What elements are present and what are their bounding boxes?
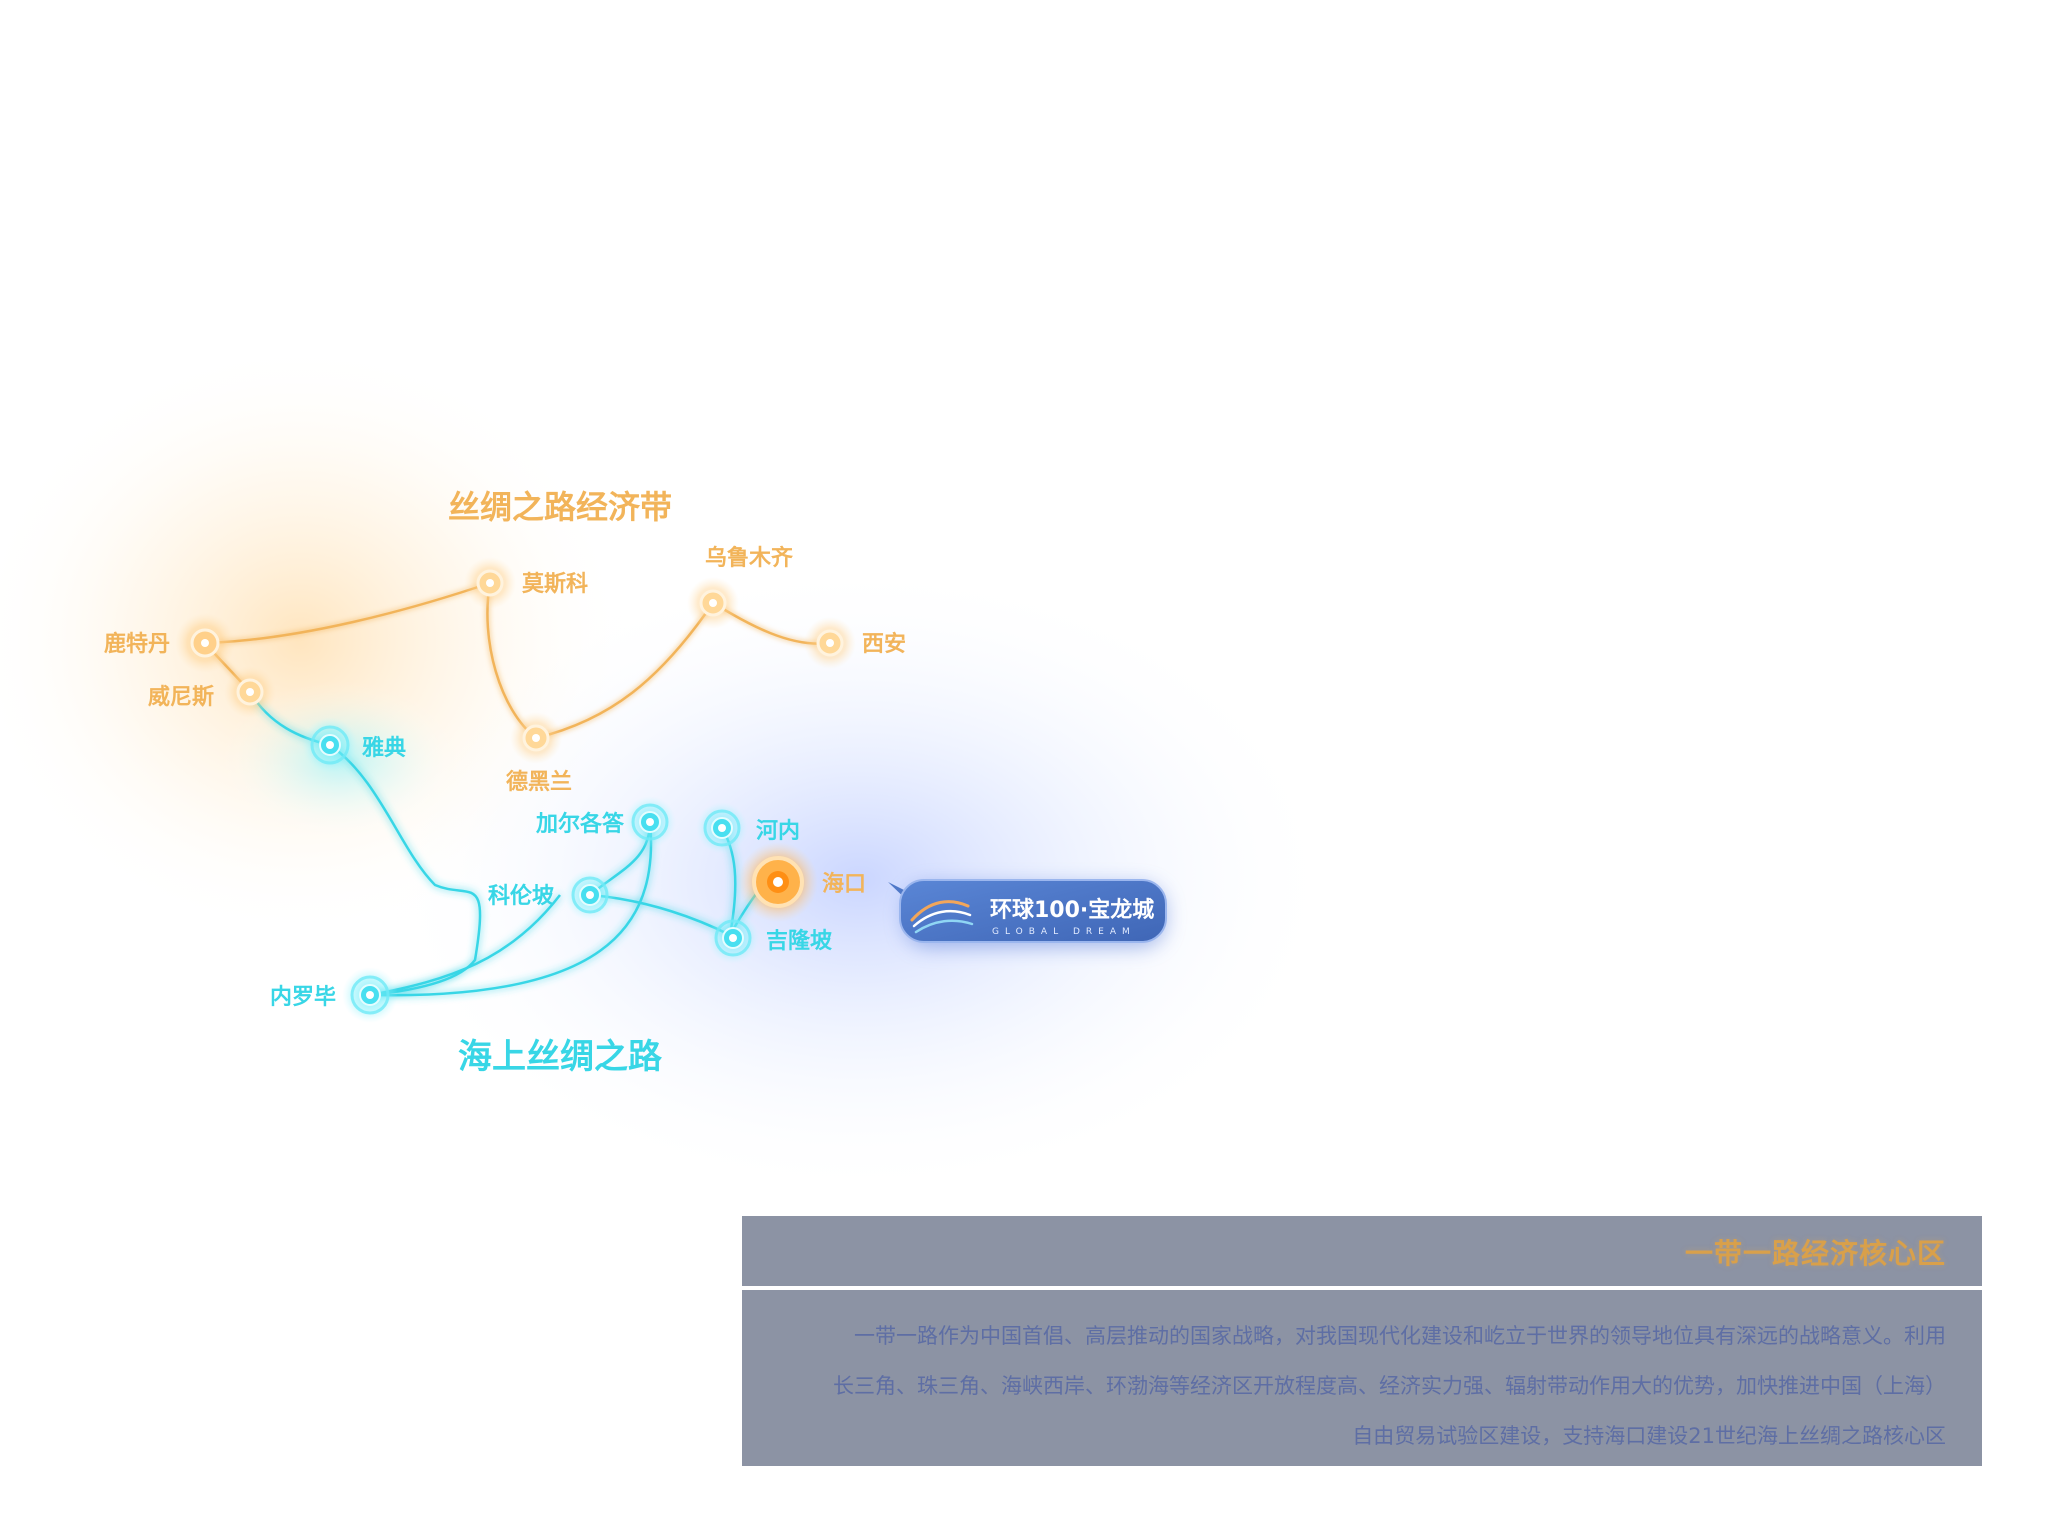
node-kolkata[interactable] (624, 796, 676, 848)
route-map-page: 丝绸之路经济带 海上丝绸之路 鹿特丹 威尼斯 莫斯科 乌鲁木齐 西安 德黑兰 雅… (0, 0, 2048, 1536)
node-athens[interactable] (302, 717, 358, 773)
node-kualalumpur[interactable] (707, 912, 759, 964)
city-label-kolkata: 加尔各答 (535, 811, 625, 837)
city-label-rotterdam: 鹿特丹 (104, 631, 170, 657)
node-venice[interactable] (224, 666, 276, 718)
belt-title: 丝绸之路经济带 (448, 488, 672, 526)
info-text-line: 长三角、珠三角、海峡西岸、环渤海等经济区开放程度高、经济实力强、辐射带动作用大的… (833, 1374, 1946, 1398)
info-text-line: 一带一路作为中国首倡、高层推动的国家战略，对我国现代化建设和屹立于世界的领导地位… (854, 1324, 1946, 1348)
node-rotterdam[interactable] (175, 613, 235, 673)
city-label-tehran: 德黑兰 (506, 769, 572, 795)
road-title: 海上丝绸之路 (458, 1037, 663, 1077)
info-text-line: 自由贸易试验区建设，支持海口建设21世纪海上丝绸之路核心区 (1352, 1424, 1946, 1448)
city-label-xian: 西安 (862, 631, 906, 657)
node-colombo[interactable] (564, 869, 616, 921)
node-moscow[interactable] (464, 557, 516, 609)
info-body: 一带一路作为中国首倡、高层推动的国家战略，对我国现代化建设和屹立于世界的领导地位… (742, 1290, 1982, 1466)
node-nairobi[interactable] (342, 967, 398, 1023)
city-label-nairobi: 内罗毕 (270, 985, 336, 1010)
city-label-kualalumpur: 吉隆坡 (766, 928, 832, 954)
node-xian[interactable] (804, 617, 856, 669)
logo-name: 环球100·宝龙城 (990, 897, 1154, 923)
info-title: 一带一路经济核心区 (1684, 1237, 1946, 1270)
city-label-athens: 雅典 (362, 735, 406, 761)
city-label-haikou: 海口 (822, 871, 866, 897)
city-label-urumqi: 乌鲁木齐 (705, 545, 794, 571)
logo-subtitle: GLOBAL DREAM (992, 927, 1136, 937)
node-tehran[interactable] (510, 712, 562, 764)
city-label-hanoi: 河内 (756, 819, 800, 844)
node-hanoi[interactable] (696, 802, 748, 854)
node-haikou[interactable] (738, 842, 818, 922)
info-header: 一带一路经济核心区 (742, 1216, 1982, 1286)
city-label-colombo: 科伦坡 (488, 883, 554, 909)
node-urumqi[interactable] (687, 577, 739, 629)
city-label-venice: 威尼斯 (148, 684, 214, 710)
info-panel: 一带一路经济核心区 一带一路作为中国首倡、高层推动的国家战略，对我国现代化建设和… (742, 1216, 1982, 1466)
city-label-moscow: 莫斯科 (522, 571, 588, 597)
